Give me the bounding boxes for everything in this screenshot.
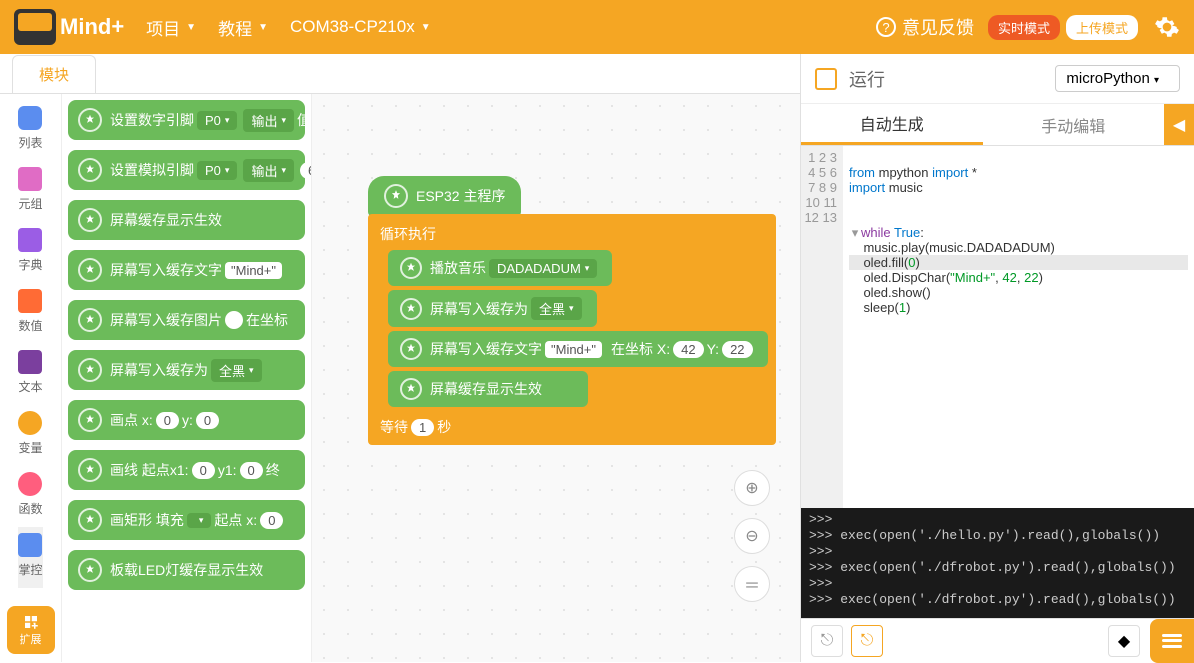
palette-block[interactable]: 屏幕写入缓存图片⚙在坐标 [68, 300, 305, 340]
line-gutter: 1 2 3 4 5 6 7 8 9 10 11 12 13 [801, 146, 843, 508]
gear-icon[interactable] [1154, 14, 1180, 40]
caret-icon: ▼ [421, 22, 431, 33]
category-icon [18, 106, 42, 130]
category-icon [18, 228, 42, 252]
block-icon [78, 408, 102, 432]
palette-block[interactable]: 设置模拟引脚P0输出6 [68, 150, 305, 190]
feedback-button[interactable]: ? 意见反馈 [876, 14, 974, 40]
bottom-bar: ⎋ ⎋ ◆ [801, 618, 1194, 662]
category-icon [18, 167, 42, 191]
palette-block[interactable]: 画点 x:0y:0 [68, 400, 305, 440]
palette-block[interactable]: 屏幕写入缓存文字"Mind+" [68, 250, 305, 290]
extension-button[interactable]: 扩展 [7, 606, 55, 654]
block-icon [78, 558, 102, 582]
category-icon [18, 533, 42, 557]
header: Mind+ 项目▼ 教程▼ COM38-CP210x▼ ? 意见反馈 实时模式 … [0, 0, 1194, 54]
script-block[interactable]: 屏幕缓存显示生效 [388, 371, 588, 407]
run-button[interactable]: 运行 [849, 66, 1055, 92]
wait-value[interactable]: 1 [411, 419, 434, 436]
language-select[interactable]: microPython ▾ [1055, 65, 1180, 92]
script-block[interactable]: 屏幕写入缓存为全黑 [388, 290, 597, 327]
block-icon [400, 257, 422, 279]
zoom-out-button[interactable]: ⊖ [734, 518, 770, 554]
block-palette[interactable]: 设置数字引脚P0输出值设置模拟引脚P0输出6 屏幕缓存显示生效屏幕写入缓存文字"M… [62, 94, 312, 662]
palette-block[interactable]: 画矩形 填充起点 x:0 [68, 500, 305, 540]
code-editor[interactable]: 1 2 3 4 5 6 7 8 9 10 11 12 13 from mpyth… [801, 146, 1194, 508]
category-列表[interactable]: 列表 [18, 100, 42, 161]
category-icon [18, 472, 42, 496]
caret-icon: ▼ [258, 22, 268, 33]
category-icon [18, 289, 42, 313]
category-数值[interactable]: 数值 [18, 283, 42, 344]
hat-block[interactable]: ESP32 主程序 [368, 176, 521, 216]
right-header: 运行 microPython ▾ [801, 54, 1194, 104]
script-block[interactable]: 播放音乐DADADADUM [388, 250, 612, 286]
category-rail: 列表元组字典数值文本变量函数掌控 扩展 [0, 94, 62, 662]
category-函数[interactable]: 函数 [18, 466, 42, 527]
palette-block[interactable]: 屏幕缓存显示生效 [68, 200, 305, 240]
save-icon[interactable] [815, 68, 837, 90]
logo-icon [14, 9, 56, 45]
block-icon [78, 508, 102, 532]
block-icon [78, 208, 102, 232]
console[interactable]: >>> >>> exec(open('./hello.py').read(),g… [801, 508, 1194, 618]
block-icon [78, 308, 102, 332]
code-content: from mpython import * import music ▾whil… [843, 146, 1194, 508]
category-字典[interactable]: 字典 [18, 222, 42, 283]
erase-icon[interactable]: ◆ [1108, 625, 1140, 657]
block-icon [400, 298, 422, 320]
palette-block[interactable]: 板载LED灯缓存显示生效 [68, 550, 305, 590]
menu-tutorial[interactable]: 教程▼ [218, 15, 268, 40]
script-block[interactable]: 屏幕写入缓存文字"Mind+"在坐标 X:42Y:22 [388, 331, 768, 367]
script-stack[interactable]: ESP32 主程序 循环执行 播放音乐DADADADUM屏幕写入缓存为全黑屏幕写… [368, 176, 776, 445]
block-icon [78, 458, 102, 482]
zoom-in-button[interactable]: ⊕ [734, 470, 770, 506]
block-icon [78, 258, 102, 282]
block-icon [384, 184, 408, 208]
category-icon [18, 350, 42, 374]
palette-block[interactable]: 屏幕写入缓存为全黑 [68, 350, 305, 390]
mode-live-button[interactable]: 实时模式 [988, 15, 1060, 40]
brand-text: Mind+ [60, 14, 124, 40]
menu-port[interactable]: COM38-CP210x▼ [290, 17, 431, 37]
question-icon: ? [876, 17, 896, 37]
block-icon [78, 158, 102, 182]
caret-icon: ▼ [186, 22, 196, 33]
block-icon [400, 338, 422, 360]
module-tab[interactable]: 模块 [12, 55, 96, 93]
tab-auto-generate[interactable]: 自动生成 [801, 104, 983, 145]
block-icon [400, 378, 422, 400]
category-元组[interactable]: 元组 [18, 161, 42, 222]
logo[interactable]: Mind+ [14, 9, 124, 45]
menu-project[interactable]: 项目▼ [146, 15, 196, 40]
mode-upload-button[interactable]: 上传模式 [1066, 15, 1138, 40]
zoom-reset-button[interactable]: ＝ [734, 566, 770, 602]
category-掌控[interactable]: 掌控 [18, 527, 42, 588]
category-变量[interactable]: 变量 [18, 405, 42, 466]
category-icon [18, 411, 42, 435]
category-文本[interactable]: 文本 [18, 344, 42, 405]
canvas[interactable]: ESP32 主程序 循环执行 播放音乐DADADADUM屏幕写入缓存为全黑屏幕写… [312, 94, 800, 662]
block-icon [78, 358, 102, 382]
loop-block[interactable]: 循环执行 播放音乐DADADADUM屏幕写入缓存为全黑屏幕写入缓存文字"Mind… [368, 214, 776, 445]
collapse-button[interactable]: ◀ [1164, 104, 1194, 145]
tab-row: 模块 [0, 54, 800, 94]
usb-icon-on[interactable]: ⎋ [851, 625, 883, 657]
palette-block[interactable]: 画线 起点x1:0y1:0终 [68, 450, 305, 490]
block-icon [78, 108, 102, 132]
tab-manual-edit[interactable]: 手动编辑 [983, 104, 1165, 145]
palette-block[interactable]: 设置数字引脚P0输出值 [68, 100, 305, 140]
usb-icon-off[interactable]: ⎋ [811, 625, 843, 657]
menu-icon[interactable] [1150, 619, 1194, 663]
